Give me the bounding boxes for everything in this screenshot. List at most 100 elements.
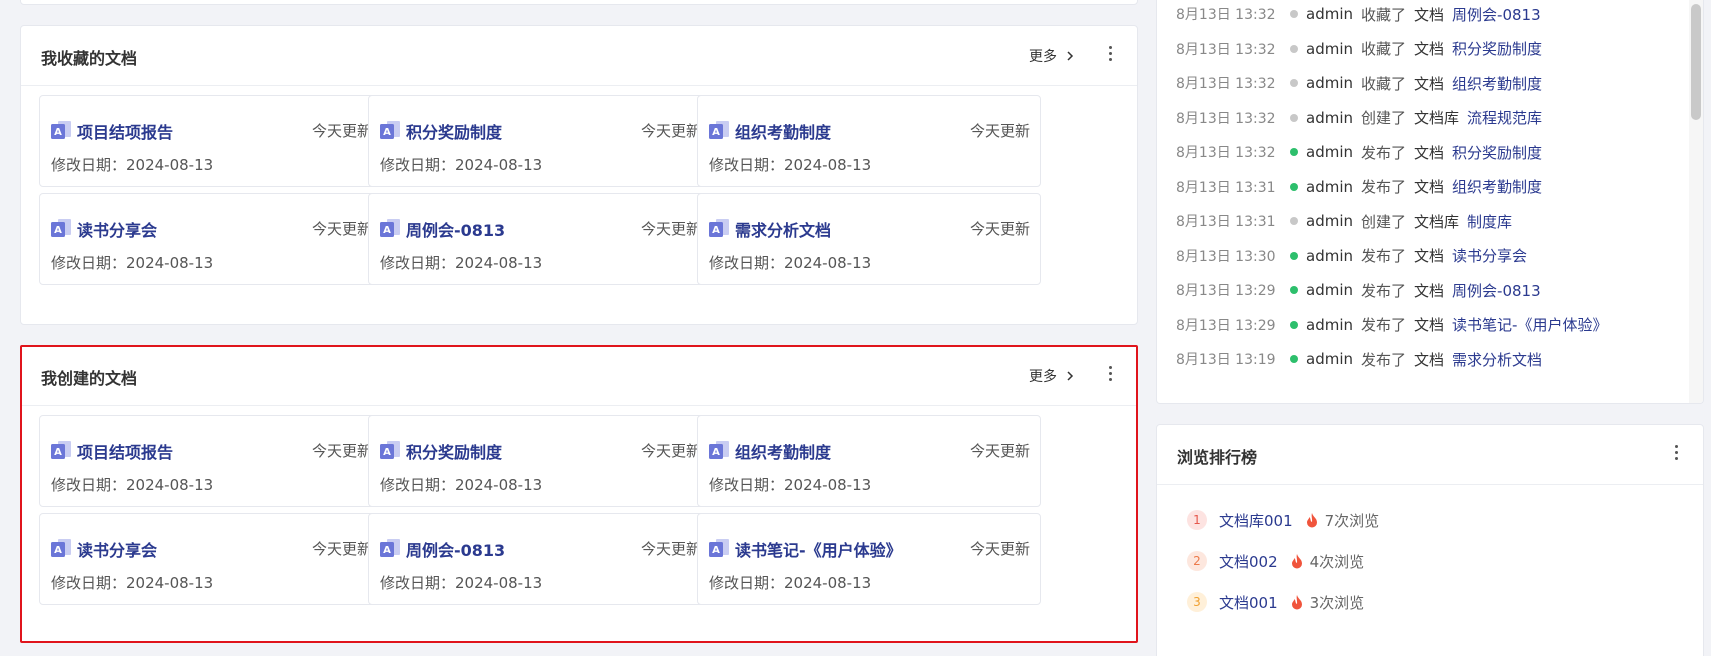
document-icon: A <box>709 219 729 237</box>
ranking-view-count: 3次浏览 <box>1309 593 1365 612</box>
svg-text:A: A <box>54 225 62 236</box>
svg-text:A: A <box>54 545 62 556</box>
activity-object-type: 文档 <box>1414 5 1445 24</box>
card-title[interactable]: 项目结项报告 <box>77 439 173 463</box>
activity-target-link[interactable]: 积分奖励制度 <box>1452 38 1542 59</box>
activity-item: 8月13日 13:32 admin 创建了 文档库 流程规范库 <box>1176 106 1542 130</box>
document-card[interactable]: A 组织考勤制度 今天更新 修改日期：2024-08-13 <box>697 415 1041 507</box>
document-card[interactable]: A 项目结项报告 今天更新 修改日期：2024-08-13 <box>39 95 383 187</box>
activity-action: 创建了 <box>1361 109 1407 127</box>
activity-target-link[interactable]: 周例会-0813 <box>1452 4 1541 25</box>
svg-text:A: A <box>712 225 720 236</box>
card-title[interactable]: 积分奖励制度 <box>406 439 502 463</box>
document-card[interactable]: A 组织考勤制度 今天更新 修改日期：2024-08-13 <box>697 95 1041 187</box>
activity-target-link[interactable]: 需求分析文档 <box>1452 349 1542 370</box>
favorites-title: 我收藏的文档 <box>41 49 138 68</box>
activity-target-link[interactable]: 读书笔记-《用户体验》 <box>1452 314 1607 335</box>
activity-target-link[interactable]: 组织考勤制度 <box>1452 73 1542 94</box>
activity-user: admin <box>1306 39 1353 58</box>
ranking-view-count: 4次浏览 <box>1309 552 1365 571</box>
card-title[interactable]: 读书分享会 <box>77 217 157 241</box>
activity-action: 收藏了 <box>1361 40 1407 58</box>
activity-action: 创建了 <box>1361 212 1407 231</box>
status-dot <box>1290 251 1298 260</box>
document-card[interactable]: A 需求分析文档 今天更新 修改日期：2024-08-13 <box>697 193 1041 285</box>
card-modified-date: 修改日期：2024-08-13 <box>380 476 543 494</box>
document-icon: A <box>709 539 729 557</box>
card-modified-date: 修改日期：2024-08-13 <box>51 156 214 174</box>
activity-target-link[interactable]: 周例会-0813 <box>1452 280 1541 301</box>
activity-time: 8月13日 13:31 <box>1176 214 1276 230</box>
activity-time: 8月13日 13:19 <box>1176 352 1276 368</box>
ranking-doc-link[interactable]: 文档001 <box>1219 592 1278 613</box>
ranking-header: 浏览排行榜 <box>1157 425 1703 485</box>
status-dot <box>1290 10 1298 18</box>
activity-object-type: 文档 <box>1414 40 1445 58</box>
favorites-more-link[interactable]: 更多 <box>1029 46 1075 66</box>
card-title[interactable]: 读书分享会 <box>77 537 157 561</box>
document-card[interactable]: A 项目结项报告 今天更新 修改日期：2024-08-13 <box>39 415 383 507</box>
card-title[interactable]: 周例会-0813 <box>406 537 505 561</box>
ranking-doc-link[interactable]: 文档002 <box>1219 551 1278 572</box>
ranking-menu-icon[interactable] <box>1671 445 1681 463</box>
card-modified-date: 修改日期：2024-08-13 <box>51 476 214 494</box>
favorites-menu-icon[interactable] <box>1105 46 1115 64</box>
activity-object-type: 文档 <box>1414 178 1445 196</box>
card-update-badge: 今天更新 <box>969 220 1030 238</box>
svg-text:A: A <box>54 127 62 138</box>
activity-action: 发布了 <box>1361 316 1407 334</box>
card-title[interactable]: 积分奖励制度 <box>406 119 502 143</box>
activity-target-link[interactable]: 积分奖励制度 <box>1452 142 1542 163</box>
svg-text:A: A <box>383 127 391 138</box>
card-update-badge: 今天更新 <box>640 540 701 558</box>
document-card[interactable]: A 读书分享会 今天更新 修改日期：2024-08-13 <box>39 193 383 285</box>
document-card[interactable]: A 读书笔记-《用户体验》 今天更新 修改日期：2024-08-13 <box>697 513 1041 605</box>
status-dot <box>1290 355 1298 363</box>
activity-item: 8月13日 13:29 admin 发布了 文档 周例会-0813 <box>1176 278 1541 302</box>
activity-time: 8月13日 13:32 <box>1176 110 1276 127</box>
document-icon: A <box>51 539 71 557</box>
document-icon: A <box>709 121 729 139</box>
favorites-header: 我收藏的文档 更多 <box>21 26 1137 86</box>
card-title[interactable]: 项目结项报告 <box>77 119 173 143</box>
document-icon: A <box>51 121 71 139</box>
card-title[interactable]: 需求分析文档 <box>735 217 831 241</box>
created-panel: 我创建的文档 更多 A 项目结项报告 今天更新 修改日期：2024-08-13 A 积分奖… <box>20 345 1138 643</box>
card-modified-date: 修改日期：2024-08-13 <box>51 574 214 592</box>
activity-action: 发布了 <box>1361 350 1407 369</box>
activity-action: 发布了 <box>1361 143 1407 162</box>
ranking-view-count: 7次浏览 <box>1324 511 1380 530</box>
created-more-link[interactable]: 更多 <box>1029 366 1075 386</box>
activity-target-link[interactable]: 流程规范库 <box>1467 107 1542 128</box>
ranking-doc-link[interactable]: 文档库001 <box>1219 510 1293 531</box>
fire-icon <box>1291 595 1302 610</box>
activity-user: admin <box>1306 350 1353 368</box>
document-card[interactable]: A 周例会-0813 今天更新 修改日期：2024-08-13 <box>368 513 712 605</box>
svg-text:A: A <box>712 447 720 458</box>
card-update-badge: 今天更新 <box>969 122 1030 140</box>
card-title[interactable]: 周例会-0813 <box>406 217 505 241</box>
created-menu-icon[interactable] <box>1105 366 1115 384</box>
document-card[interactable]: A 积分奖励制度 今天更新 修改日期：2024-08-13 <box>368 95 712 187</box>
document-card[interactable]: A 周例会-0813 今天更新 修改日期：2024-08-13 <box>368 193 712 285</box>
chevron-right-icon <box>1067 371 1074 381</box>
activity-item: 8月13日 13:29 admin 发布了 文档 读书笔记-《用户体验》 <box>1176 313 1607 337</box>
card-title[interactable]: 组织考勤制度 <box>735 119 831 143</box>
activity-target-link[interactable]: 组织考勤制度 <box>1452 176 1542 197</box>
scrollbar-thumb[interactable] <box>1691 4 1701 120</box>
card-title[interactable]: 读书笔记-《用户体验》 <box>735 537 902 561</box>
scrollbar-track[interactable] <box>1689 0 1703 403</box>
card-modified-date: 修改日期：2024-08-13 <box>380 254 543 272</box>
document-card[interactable]: A 读书分享会 今天更新修改日期：2024-08-13 <box>39 513 383 605</box>
document-card[interactable]: A 积分奖励制度 今天更新 修改日期：2024-08-13 <box>368 415 712 507</box>
card-update-badge: 今天更新 <box>311 442 372 460</box>
activity-object-type: 文档 <box>1414 316 1445 334</box>
activity-user: admin <box>1306 281 1353 299</box>
card-title[interactable]: 组织考勤制度 <box>735 439 831 463</box>
card-update-badge: 今天更新 <box>311 540 372 558</box>
activity-target-link[interactable]: 制度库 <box>1467 211 1512 232</box>
card-update-badge: 今天更新 <box>640 220 701 238</box>
svg-text:A: A <box>712 545 720 556</box>
activity-target-link[interactable]: 读书分享会 <box>1452 245 1527 266</box>
status-dot <box>1290 286 1298 294</box>
